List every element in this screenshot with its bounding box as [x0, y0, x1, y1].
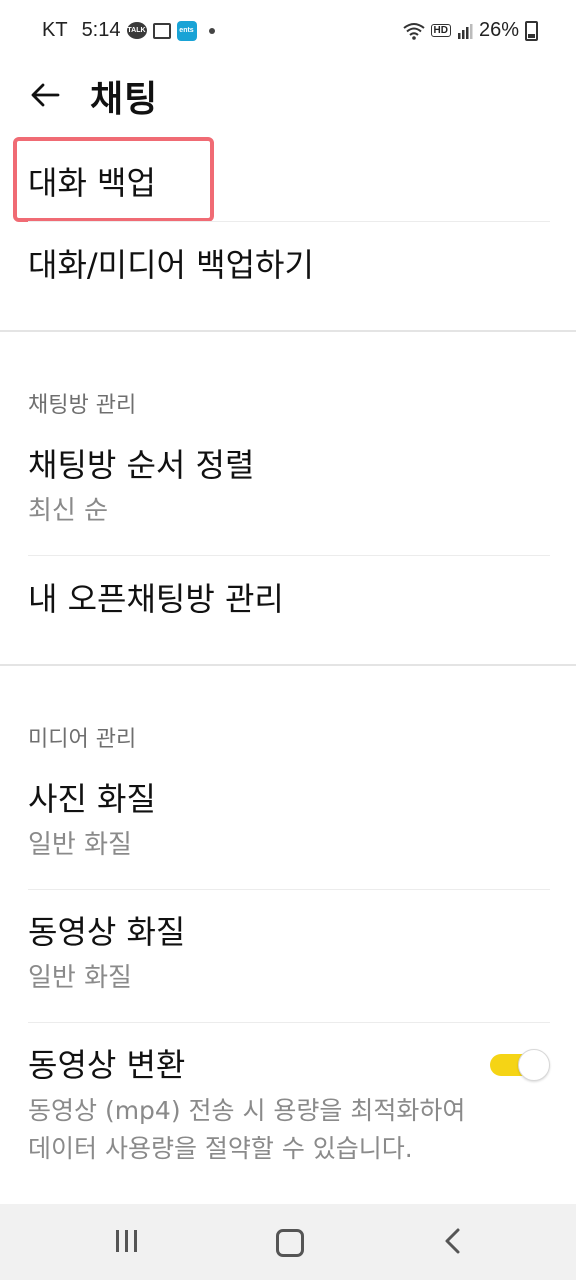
- section-divider: [0, 330, 576, 332]
- video-convert-desc-line-2: 데이터 사용량을 절약할 수 있습니다.: [28, 1134, 413, 1163]
- toggle-thumb: [518, 1049, 550, 1081]
- page-title: 채팅: [90, 79, 159, 120]
- ents-notification-icon: ents: [176, 20, 197, 41]
- media-section-label: 미디어 관리: [28, 727, 137, 752]
- chatroom-sort-title: 채팅방 순서 정렬: [28, 446, 255, 484]
- backup-chat-media-label: 대화/미디어 백업하기: [28, 246, 314, 284]
- battery-icon: [525, 20, 538, 41]
- divider: [28, 221, 550, 222]
- open-chat-manage-item[interactable]: 내 오픈채팅방 관리: [28, 574, 550, 620]
- signal-icon: [457, 23, 473, 39]
- kakaotalk-notification-icon: TALK: [126, 22, 147, 39]
- open-chat-manage-label: 내 오픈채팅방 관리: [28, 580, 284, 618]
- divider: [28, 889, 550, 890]
- app-header: 채팅: [0, 60, 576, 130]
- chatroom-section-label: 채팅방 관리: [28, 393, 137, 418]
- video-quality-title: 동영상 화질: [28, 913, 186, 951]
- photo-quality-title: 사진 화질: [28, 780, 156, 818]
- section-divider: [0, 664, 576, 666]
- chevron-left-icon[interactable]: [440, 1226, 466, 1256]
- chatroom-sort-value: 최신 순: [28, 496, 109, 526]
- battery-percent: 26%: [478, 19, 519, 41]
- backup-section-title: 대화 백업: [28, 158, 550, 204]
- photo-quality-value: 일반 화질: [28, 830, 132, 860]
- more-notifications-icon: [208, 27, 215, 34]
- video-quality-value: 일반 화질: [28, 963, 132, 993]
- video-convert-item[interactable]: 동영상 변환 동영상 (mp4) 전송 시 용량을 최적화하여 데이터 사용량을…: [28, 1040, 550, 1168]
- video-quality-item[interactable]: 동영상 화질 일반 화질: [28, 907, 550, 994]
- arrow-left-icon[interactable]: [28, 78, 62, 112]
- backup-title: 대화 백업: [28, 164, 156, 202]
- recent-apps-icon[interactable]: [116, 1230, 140, 1252]
- backup-chat-media-item[interactable]: 대화/미디어 백업하기: [28, 240, 550, 286]
- photo-quality-item[interactable]: 사진 화질 일반 화질: [28, 774, 550, 861]
- hd-voice-icon: HD: [430, 24, 451, 37]
- clock: 5:14: [81, 19, 121, 41]
- chatroom-sort-item[interactable]: 채팅방 순서 정렬 최신 순: [28, 440, 550, 527]
- carrier-label: KT: [42, 19, 68, 41]
- divider: [28, 1022, 550, 1023]
- home-icon[interactable]: [276, 1229, 304, 1257]
- video-convert-title: 동영상 변환: [28, 1046, 186, 1084]
- system-navigation-bar: [0, 1204, 576, 1280]
- image-notification-icon: [152, 22, 171, 39]
- status-bar-right: HD 26%: [402, 19, 538, 42]
- status-bar: KT 5:14 TALK ents HD 26%: [0, 0, 576, 60]
- divider: [28, 555, 550, 556]
- status-bar-left: KT 5:14 TALK ents: [42, 19, 215, 42]
- wifi-icon: [402, 22, 425, 40]
- video-convert-desc-line-1: 동영상 (mp4) 전송 시 용량을 최적화하여: [28, 1096, 466, 1125]
- video-convert-toggle[interactable]: [490, 1049, 550, 1081]
